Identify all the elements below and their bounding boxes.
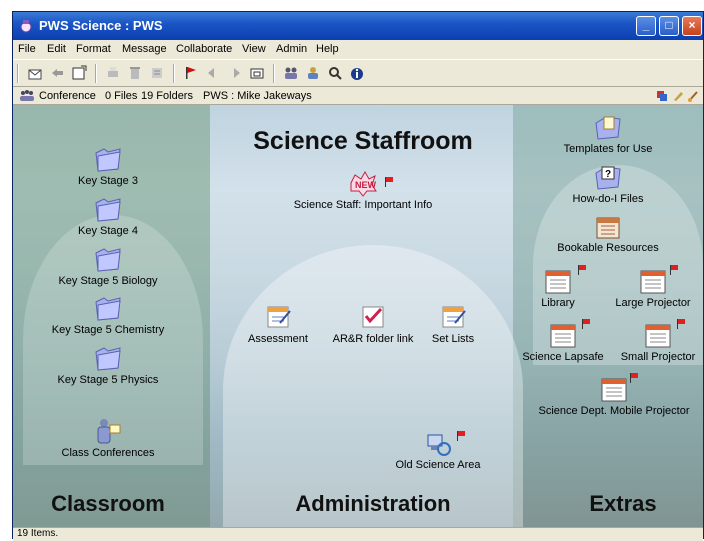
checklist-icon: [362, 306, 384, 328]
flag-icon[interactable]: [183, 65, 199, 81]
administration-heading: Administration: [295, 491, 451, 516]
unread-flag-icon: [677, 319, 685, 329]
search-icon[interactable]: [327, 65, 343, 81]
users-icon[interactable]: [283, 65, 299, 81]
small-projector[interactable]: Small Projector: [613, 319, 703, 363]
form-document-icon: [267, 306, 291, 328]
unread-flag-icon: [457, 431, 465, 441]
location-bar: Conference 0 Files 19 Folders PWS : Mike…: [13, 87, 703, 105]
calendar-icon: [550, 324, 576, 348]
folder-key-stage-3[interactable]: Key Stage 3: [53, 143, 163, 187]
unread-flag-icon: [670, 265, 678, 275]
science-dept-mobile-projector[interactable]: Science Dept. Mobile Projector: [533, 373, 695, 417]
menu-help[interactable]: Help: [316, 43, 339, 55]
history-icon[interactable]: [149, 65, 165, 81]
window-cascade-icon[interactable]: [656, 90, 668, 102]
calendar-icon: [645, 324, 671, 348]
folder-key-stage-5-biology[interactable]: Key Stage 5 Biology: [48, 243, 168, 287]
arr-folder-link[interactable]: AR&R folder link: [323, 301, 423, 345]
unread-flag-icon: [582, 319, 590, 329]
help-folder-icon: ?: [595, 166, 621, 190]
minimize-button[interactable]: _: [636, 16, 656, 36]
menu-bar: File Edit Format Message Collaborate Vie…: [13, 40, 703, 59]
calendar-icon: [545, 270, 571, 294]
iceberg-graphic: [223, 245, 523, 527]
toolbar-separator: [17, 64, 19, 83]
folder-key-stage-5-physics[interactable]: Key Stage 5 Physics: [48, 342, 168, 386]
class-conferences[interactable]: Class Conferences: [48, 415, 168, 459]
print-icon[interactable]: [105, 65, 121, 81]
conference-desktop: Science Staffroom Classroom Administrati…: [13, 105, 703, 527]
connected-users-icon[interactable]: [305, 65, 321, 81]
unread-flag-icon: [630, 373, 638, 383]
bookable-resources[interactable]: Bookable Resources: [553, 210, 663, 254]
app-window: PWS Science : PWS _ □ × File Edit Format…: [12, 11, 704, 541]
conference-folder-icon: [97, 419, 121, 444]
how-do-i-files[interactable]: ? How-do-I Files: [563, 161, 653, 205]
toolbar-separator: [273, 64, 275, 83]
menu-format[interactable]: Format: [76, 43, 111, 55]
science-lapsafe[interactable]: Science Lapsafe: [513, 319, 613, 363]
unread-flag-icon: [385, 177, 393, 187]
info-icon[interactable]: [349, 65, 365, 81]
science-staff-important-info[interactable]: NEW Science Staff: Important Info: [288, 167, 438, 211]
folder-icon: [95, 148, 121, 172]
new-document-icon: NEW: [350, 170, 377, 197]
menu-collaborate[interactable]: Collaborate: [176, 43, 232, 55]
svg-text:NEW: NEW: [355, 180, 377, 190]
previous-unread-icon[interactable]: [205, 65, 221, 81]
file-count: 0 Files: [105, 90, 138, 102]
toolbar: [13, 59, 703, 87]
menu-file[interactable]: File: [18, 43, 36, 55]
title-bar[interactable]: PWS Science : PWS _ □ ×: [13, 12, 703, 40]
calendar-icon: [640, 270, 666, 294]
classroom-heading: Classroom: [51, 491, 165, 516]
templates-for-use[interactable]: Templates for Use: [558, 111, 658, 155]
user-label: PWS : Mike Jakeways: [203, 90, 312, 102]
item-count: 19 Items.: [17, 528, 59, 539]
folder-icon: [95, 248, 121, 272]
toolbar-separator: [95, 64, 97, 83]
unread-flag-icon: [578, 265, 586, 275]
menu-message[interactable]: Message: [122, 43, 167, 55]
delete-icon[interactable]: [127, 65, 143, 81]
staffroom-heading: Science Staffroom: [253, 127, 473, 155]
open-folder-icon[interactable]: [249, 65, 265, 81]
menu-edit[interactable]: Edit: [47, 43, 66, 55]
folder-document-icon: [595, 116, 621, 140]
app-icon: [20, 20, 32, 33]
form-document-icon: [442, 306, 466, 328]
assessment[interactable]: Assessment: [243, 301, 313, 345]
calendar-icon: [601, 378, 627, 402]
new-window-icon[interactable]: [71, 65, 87, 81]
folder-key-stage-4[interactable]: Key Stage 4: [53, 193, 163, 237]
archive-computer-icon: [427, 434, 451, 456]
toolbar-separator: [173, 64, 175, 83]
set-lists[interactable]: Set Lists: [418, 301, 488, 345]
folder-icon: [95, 347, 121, 371]
new-message-icon[interactable]: [27, 65, 43, 81]
folder-icon: [95, 198, 121, 222]
pencil-icon[interactable]: [672, 90, 684, 102]
next-unread-icon[interactable]: [227, 65, 243, 81]
menu-admin[interactable]: Admin: [276, 43, 307, 55]
extras-heading: Extras: [589, 491, 657, 516]
brush-icon[interactable]: [687, 90, 699, 102]
maximize-button[interactable]: □: [659, 16, 679, 36]
conference-icon: [20, 90, 34, 101]
location-label: Conference: [39, 90, 96, 102]
folder-key-stage-5-chemistry[interactable]: Key Stage 5 Chemistry: [43, 292, 173, 336]
close-button[interactable]: ×: [682, 16, 702, 36]
calendar-folder-icon: [596, 217, 620, 239]
reply-icon[interactable]: [49, 65, 65, 81]
large-projector[interactable]: Large Projector: [608, 265, 698, 309]
menu-view[interactable]: View: [242, 43, 266, 55]
folder-count: 19 Folders: [141, 90, 193, 102]
svg-text:?: ?: [605, 169, 611, 180]
folder-icon: [95, 297, 121, 321]
old-science-area[interactable]: Old Science Area: [388, 427, 488, 471]
window-title: PWS Science : PWS: [39, 18, 163, 33]
